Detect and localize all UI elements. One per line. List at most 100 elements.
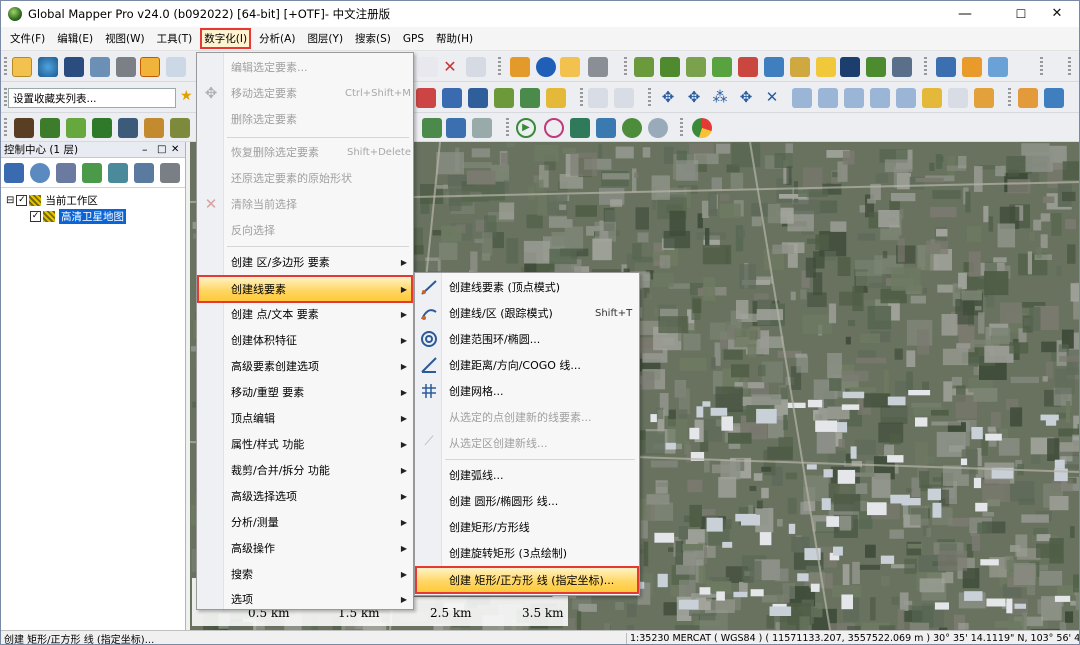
zoom-layer-icon[interactable]	[4, 163, 24, 183]
line-draw-icon[interactable]	[468, 88, 488, 108]
3d-model-icon[interactable]	[446, 118, 466, 138]
tree-row-satellite[interactable]: ✓ 高清卫星地图	[30, 208, 126, 224]
line-tool-icon[interactable]	[792, 88, 812, 108]
turtle-icon[interactable]	[570, 118, 590, 138]
wrench-icon[interactable]	[116, 57, 136, 77]
rabbit-icon[interactable]	[596, 118, 616, 138]
delete-vertex-icon[interactable]: ✕	[762, 88, 782, 108]
options-icon[interactable]	[30, 163, 50, 183]
gps-device-icon[interactable]	[588, 57, 608, 77]
measure-icon[interactable]	[510, 57, 530, 77]
filter-icon[interactable]	[1018, 88, 1038, 108]
minimize-button[interactable]: —	[942, 0, 988, 27]
layer-add-icon[interactable]	[82, 163, 102, 183]
panel-minimize-icon[interactable]: –	[142, 143, 148, 156]
workspace-checkbox[interactable]: ✓	[16, 194, 28, 206]
compass-icon[interactable]	[472, 118, 492, 138]
pen-icon[interactable]	[962, 57, 982, 77]
terrain-4-icon[interactable]	[712, 57, 732, 77]
menu-restore-shape[interactable]: 还原选定要素的原始形状	[197, 165, 413, 191]
submenu-rectangle[interactable]: 创建矩形/方形线	[415, 514, 639, 540]
workspace-icon[interactable]	[90, 57, 110, 77]
tower-icon[interactable]	[144, 118, 164, 138]
panel-float-icon[interactable]: □	[157, 144, 166, 155]
close-button[interactable]: ✕	[1034, 0, 1080, 27]
3d-view-icon[interactable]	[422, 118, 442, 138]
menu-vertex-edit[interactable]: 顶点编辑 ▶	[197, 405, 413, 431]
menu-analysis[interactable]: 分析(A)	[255, 28, 299, 49]
delete-icon[interactable]	[466, 57, 486, 77]
layers-icon[interactable]	[1044, 88, 1064, 108]
menu-move-reshape[interactable]: 移动/重塑 要素 ▶	[197, 379, 413, 405]
submenu-arc[interactable]: 创建弧线...	[415, 462, 639, 488]
target-icon[interactable]	[416, 88, 436, 108]
tree-expander[interactable]: ⊟	[6, 195, 14, 206]
profile-icon[interactable]	[738, 57, 758, 77]
menu-create-point-text[interactable]: 创建 点/文本 要素 ▶	[197, 301, 413, 327]
menu-file[interactable]: 文件(F)	[6, 28, 49, 49]
zoom-in-path-icon[interactable]	[622, 118, 642, 138]
submenu-line-from-areas[interactable]: ⟋ 从选定区创建新线...	[415, 430, 639, 456]
satellite-layer-checkbox[interactable]: ✓	[30, 210, 41, 222]
menu-crop-merge-split[interactable]: 裁剪/合并/拆分 功能 ▶	[197, 457, 413, 483]
submenu-rotated-rectangle[interactable]: 创建旋转矩形 (3点绘制)	[415, 540, 639, 566]
menu-invert-selection[interactable]: 反向选择	[197, 217, 413, 243]
submenu-cogo-line[interactable]: 创建距离/方向/COGO 线...	[415, 352, 639, 378]
stop-icon[interactable]	[544, 118, 564, 138]
line-tool-6-icon[interactable]	[922, 88, 942, 108]
overview-icon[interactable]	[166, 57, 186, 77]
favorites-combo[interactable]: 设置收藏夹列表...	[8, 88, 176, 108]
terrain-icon[interactable]	[634, 57, 654, 77]
globe-icon[interactable]	[38, 57, 58, 77]
submenu-line-vertex-mode[interactable]: 创建线要素 (顶点模式)	[415, 274, 639, 300]
menu-help[interactable]: 帮助(H)	[432, 28, 477, 49]
mountain-icon[interactable]	[14, 118, 34, 138]
table-icon[interactable]	[56, 163, 76, 183]
menu-delete-selected[interactable]: 删除选定要素	[197, 106, 413, 132]
menu-advanced-select[interactable]: 高级选择选项 ▶	[197, 483, 413, 509]
menu-options[interactable]: 选项 ▶	[197, 586, 413, 612]
layout-icon[interactable]	[936, 57, 956, 77]
menu-move-selected[interactable]: ✥ 移动选定要素 Ctrl+Shift+M	[197, 80, 413, 106]
open-folder-icon[interactable]	[12, 57, 32, 77]
layer-remove-icon[interactable]	[160, 163, 180, 183]
menu-analysis-measure[interactable]: 分析/测量 ▶	[197, 509, 413, 535]
digitizer-icon[interactable]	[442, 88, 462, 108]
submenu-line-from-points[interactable]: 从选定的点创建新的线要素...	[415, 404, 639, 430]
submenu-rectangle-by-coords[interactable]: 创建 矩形/正方形 线 (指定坐标)...	[415, 566, 639, 594]
move-icon[interactable]: ✥	[658, 88, 678, 108]
line-tool-3-icon[interactable]	[844, 88, 864, 108]
grass-icon[interactable]	[40, 118, 60, 138]
menu-edit[interactable]: 编辑(E)	[53, 28, 97, 49]
submenu-line-trace-mode[interactable]: 创建线/区 (跟踪模式) Shift+T	[415, 300, 639, 326]
menu-create-volume[interactable]: 创建体积特征 ▶	[197, 327, 413, 353]
panel-close-icon[interactable]: ✕	[171, 144, 179, 155]
menu-edit-selected[interactable]: 编辑选定要素...	[197, 54, 413, 80]
submenu-circle-ellipse[interactable]: 创建 圆形/椭圆形 线...	[415, 488, 639, 514]
submenu-range-ring[interactable]: 创建范围环/椭圆...	[415, 326, 639, 352]
contour-icon[interactable]	[790, 57, 810, 77]
save-icon[interactable]	[64, 57, 84, 77]
reshape-icon[interactable]	[520, 88, 540, 108]
zoom-out-path-icon[interactable]	[648, 118, 668, 138]
crop-icon[interactable]	[948, 88, 968, 108]
menu-digitize[interactable]: 数字化(I)	[200, 28, 252, 49]
split-icon[interactable]	[546, 88, 566, 108]
edit-line-icon[interactable]	[494, 88, 514, 108]
building-icon[interactable]	[118, 118, 138, 138]
terrain-5-icon[interactable]	[866, 57, 886, 77]
menu-create-area[interactable]: 创建 区/多边形 要素 ▶	[197, 249, 413, 275]
visibility-icon[interactable]	[134, 163, 154, 183]
pencil-icon[interactable]	[974, 88, 994, 108]
menu-create-line[interactable]: 创建线要素 ▶	[197, 275, 413, 303]
add-vertex-icon[interactable]: ⁂	[710, 88, 730, 108]
line-tool-2-icon[interactable]	[818, 88, 838, 108]
menu-advanced-ops[interactable]: 高级操作 ▶	[197, 535, 413, 561]
line-tool-5-icon[interactable]	[896, 88, 916, 108]
view-shed-icon[interactable]	[816, 57, 836, 77]
menu-layer[interactable]: 图层(Y)	[303, 28, 347, 49]
control-center-icon[interactable]	[140, 57, 160, 77]
palm-icon[interactable]	[170, 118, 190, 138]
user-icon[interactable]	[892, 57, 912, 77]
pie-chart-icon[interactable]	[692, 118, 712, 138]
